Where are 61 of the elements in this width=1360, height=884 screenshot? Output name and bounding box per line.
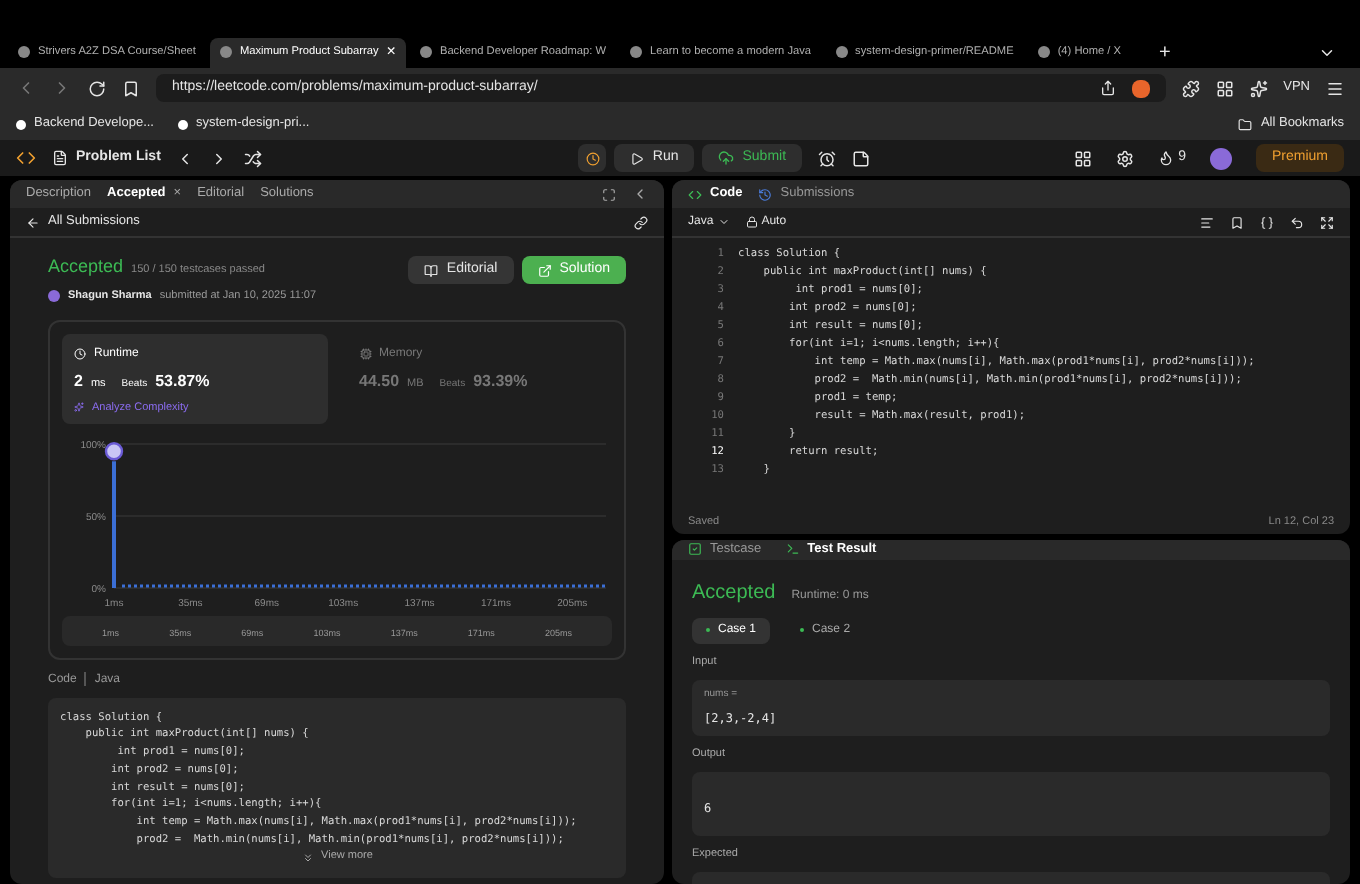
checkbox-icon <box>688 542 702 557</box>
upload-icon <box>718 150 735 166</box>
format-icon[interactable] <box>1200 215 1214 229</box>
clock-icon <box>585 151 600 165</box>
site-icon <box>835 46 848 58</box>
chip-icon <box>359 348 371 361</box>
status-label: Accepted <box>48 254 124 280</box>
debug-icon[interactable] <box>578 144 607 172</box>
external-link-icon <box>537 263 552 277</box>
code-icon <box>688 187 702 201</box>
maximize-icon[interactable] <box>602 187 616 201</box>
clock-icon <box>74 348 86 361</box>
user-marker-icon <box>104 441 124 460</box>
bookmark-icon[interactable] <box>1230 215 1244 229</box>
collapse-icon[interactable] <box>632 186 648 202</box>
extensions-icon[interactable] <box>1181 79 1200 97</box>
logo-icon[interactable] <box>16 148 36 168</box>
reload-icon[interactable] <box>88 79 106 97</box>
site-icon <box>18 46 30 58</box>
sidebar-icon[interactable] <box>1215 79 1234 97</box>
new-tab-button[interactable]: + <box>1159 37 1171 67</box>
avatar[interactable] <box>1209 147 1232 169</box>
memory-value: 44.50 <box>359 369 400 394</box>
menu-icon[interactable] <box>1326 79 1344 97</box>
layout-icon[interactable] <box>1074 149 1093 167</box>
shuffle-icon[interactable] <box>244 149 263 167</box>
braces-icon[interactable] <box>1260 215 1274 229</box>
settings-icon[interactable] <box>1116 149 1135 167</box>
reset-icon[interactable] <box>1290 215 1304 229</box>
sparkle-icon <box>74 402 84 413</box>
expand-icon[interactable] <box>1320 215 1334 229</box>
history-icon <box>758 187 773 201</box>
site-icon <box>219 46 232 58</box>
notes-icon[interactable] <box>852 149 871 167</box>
book-icon <box>424 263 439 277</box>
play-icon <box>630 151 645 165</box>
site-icon <box>419 46 432 58</box>
close-tab-button[interactable]: × <box>386 40 396 64</box>
shield-icon[interactable] <box>1131 79 1150 97</box>
beats-percent: 93.39% <box>473 369 528 394</box>
share-icon[interactable] <box>1099 80 1116 96</box>
list-icon <box>52 150 68 166</box>
result-status: Accepted <box>692 579 776 608</box>
site-icon <box>177 119 188 129</box>
sparkle-icon[interactable] <box>1249 79 1268 97</box>
bookmark-icon[interactable] <box>122 79 140 97</box>
link-icon[interactable] <box>634 215 648 229</box>
timer-icon[interactable] <box>818 149 837 167</box>
terminal-icon <box>785 542 800 557</box>
site-icon <box>630 46 642 58</box>
chevron-down-icon <box>301 851 314 863</box>
lock-icon <box>745 216 758 228</box>
site-icon <box>1037 46 1050 58</box>
folder-icon <box>1238 117 1253 131</box>
flame-icon <box>1158 150 1175 166</box>
back-arrow-icon <box>26 215 40 229</box>
beats-percent: 53.87% <box>155 369 210 394</box>
site-icon <box>16 119 26 129</box>
user-avatar <box>48 289 60 302</box>
runtime-value: 2 <box>74 369 83 394</box>
caret-icon <box>717 216 730 228</box>
